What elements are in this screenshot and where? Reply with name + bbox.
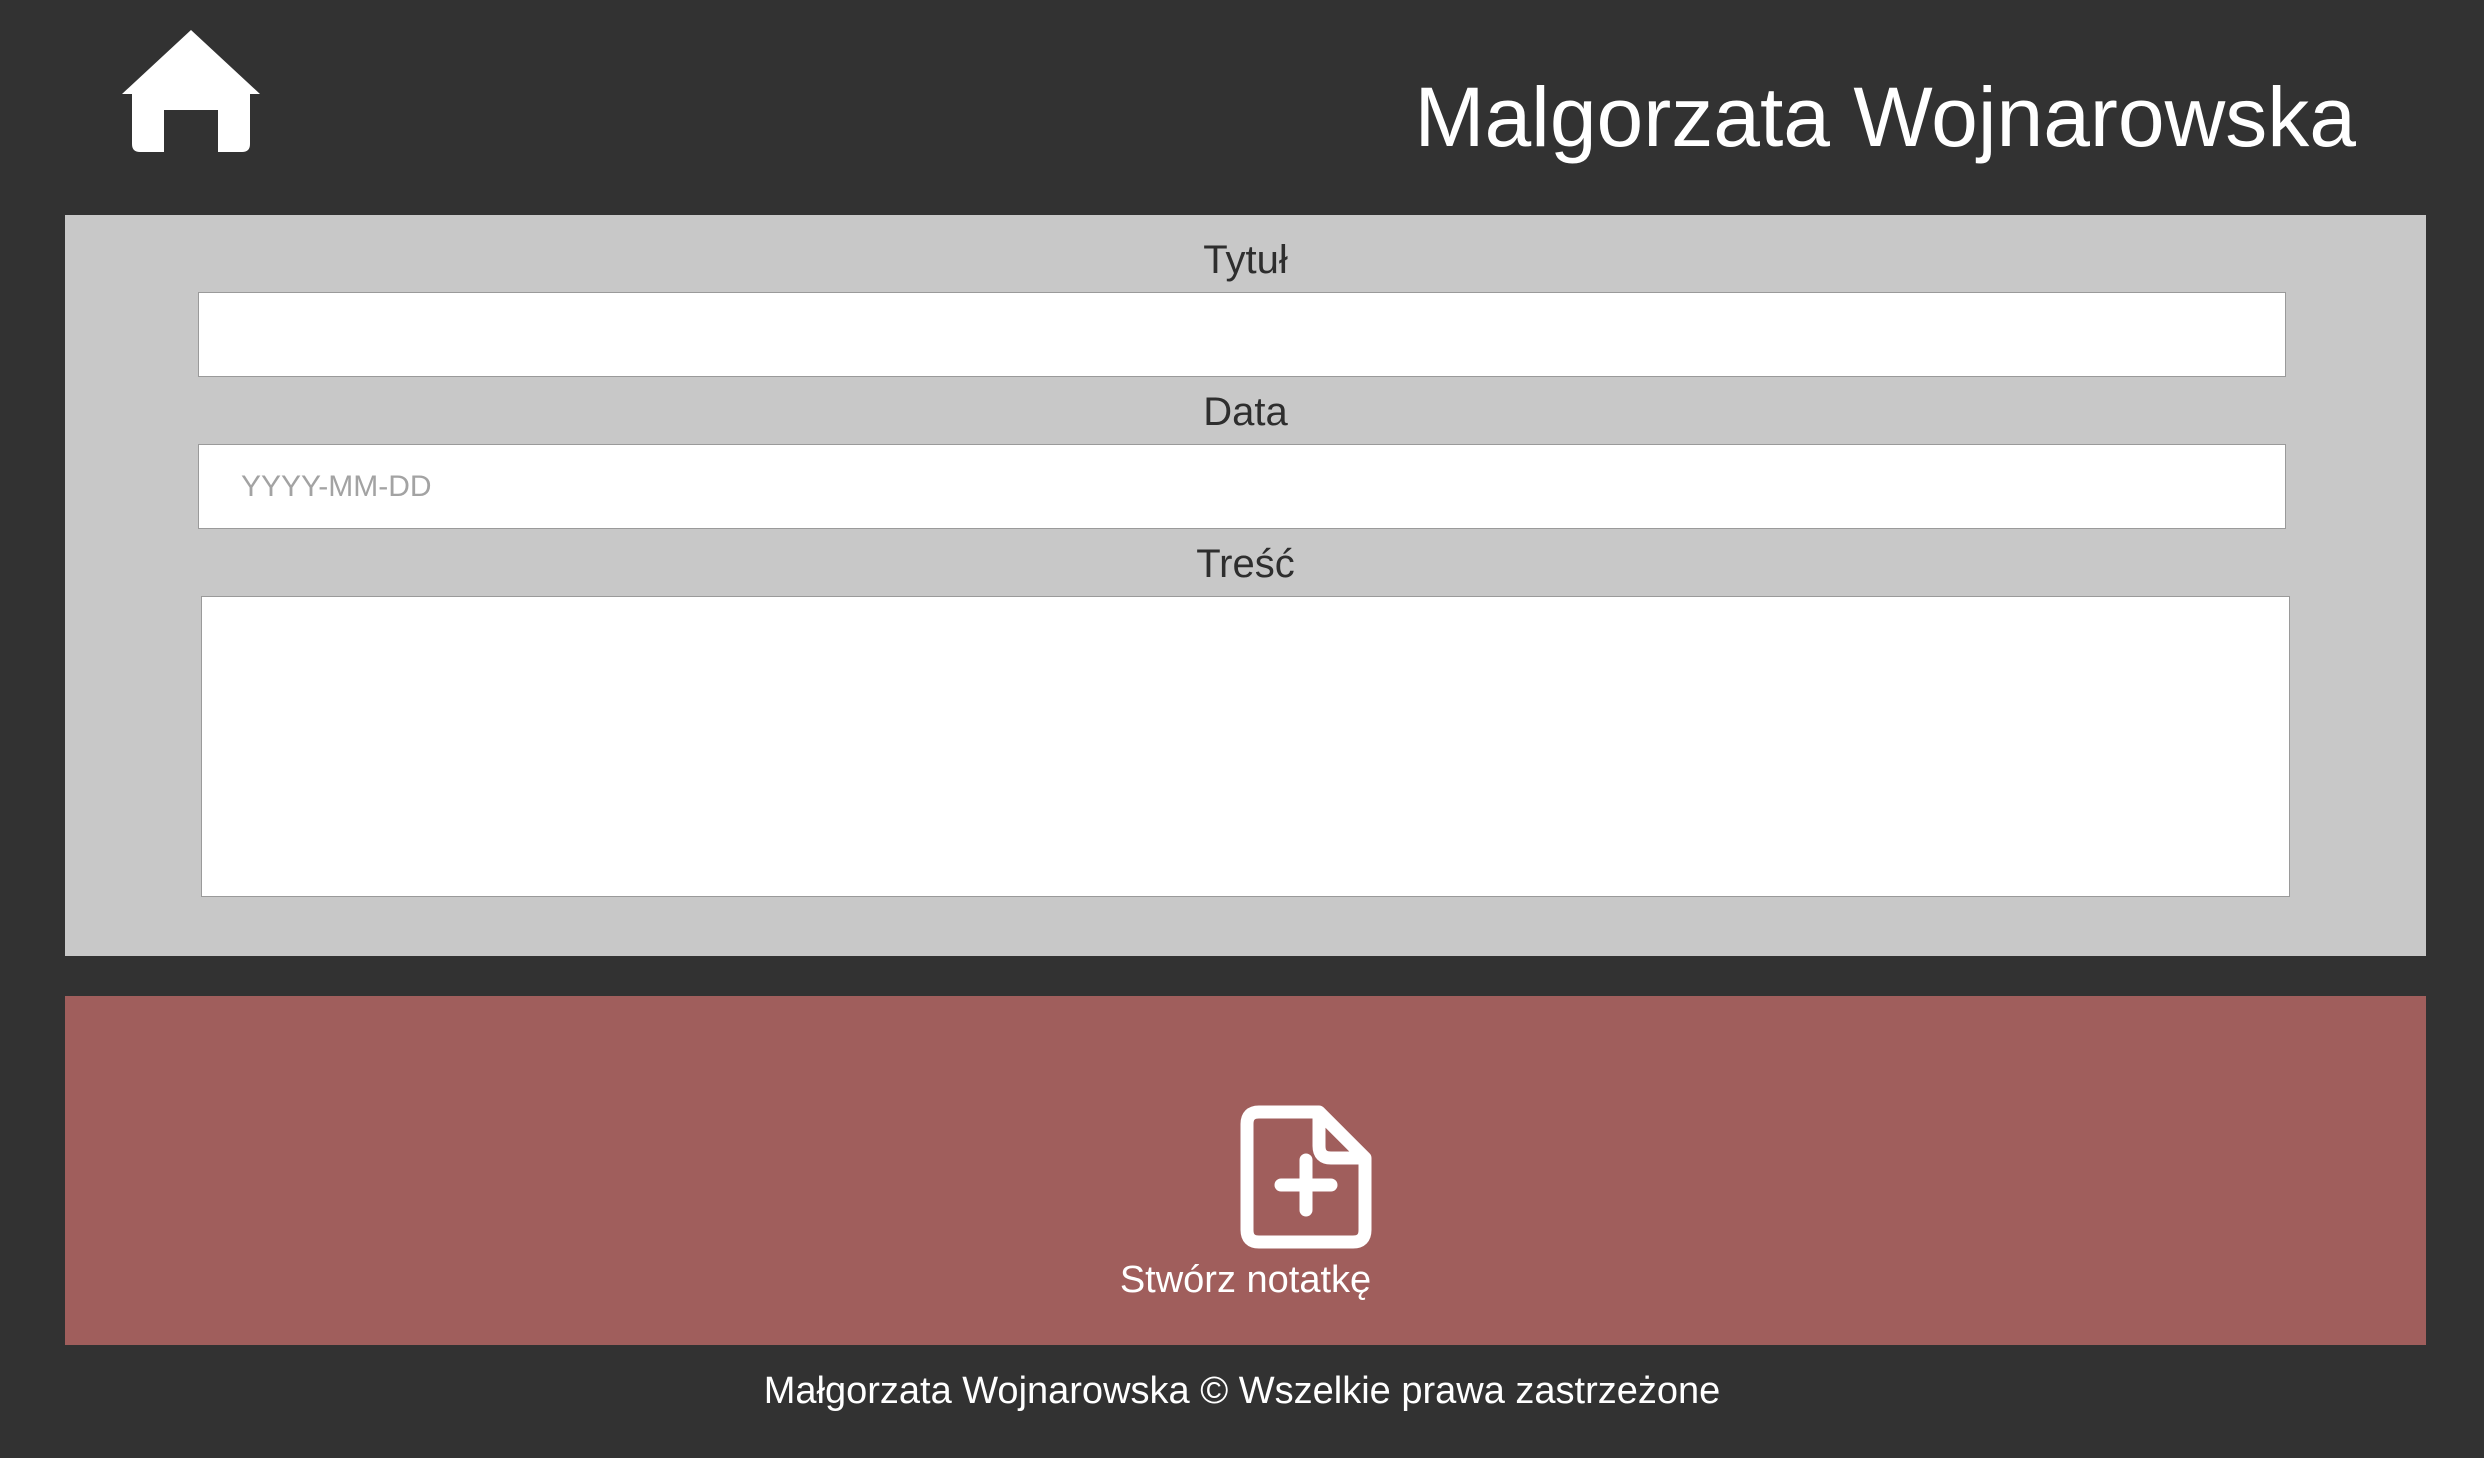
date-input[interactable] bbox=[198, 444, 2286, 529]
home-icon bbox=[122, 30, 260, 152]
date-label: Data bbox=[1203, 390, 1288, 434]
create-note-button[interactable]: Stwórz notatkę bbox=[65, 996, 2426, 1345]
add-file-icon bbox=[1237, 1104, 1373, 1250]
title-label: Tytuł bbox=[1203, 238, 1288, 282]
home-button[interactable] bbox=[120, 28, 262, 158]
content-label: Treść bbox=[1196, 542, 1295, 586]
content-textarea[interactable] bbox=[201, 596, 2290, 897]
title-input[interactable] bbox=[198, 292, 2286, 377]
note-form: Tytuł Data Treść bbox=[65, 215, 2426, 956]
site-title: Malgorzata Wojnarowska bbox=[1414, 70, 2356, 164]
create-note-label: Stwórz notatkę bbox=[1119, 1259, 1372, 1301]
header: Malgorzata Wojnarowska bbox=[0, 0, 2484, 215]
footer-copyright: Małgorzata Wojnarowska © Wszelkie prawa … bbox=[763, 1370, 1721, 1412]
